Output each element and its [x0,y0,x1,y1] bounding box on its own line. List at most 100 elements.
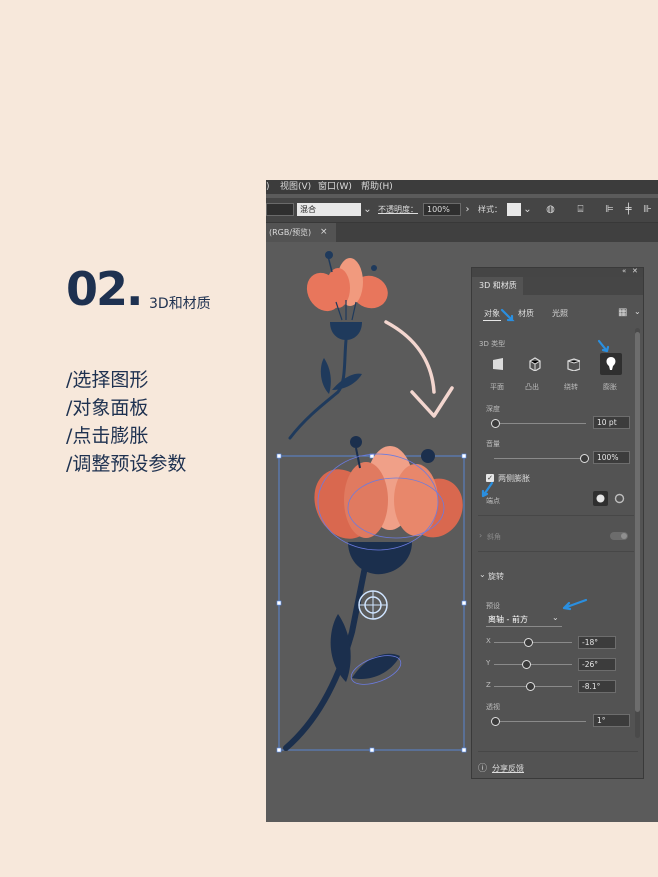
menu-item-help[interactable]: 帮助(H) [361,180,393,194]
panel-header: 3D 和材质 [472,277,643,295]
render-settings-icon[interactable]: ▦ [618,307,627,318]
menu-item[interactable]: ) [266,180,270,194]
fill-dropdown[interactable] [266,203,294,216]
cap-off-button[interactable] [612,491,627,506]
menu-item-window[interactable]: 窗口(W) [318,180,352,194]
depth-slider-knob[interactable] [491,419,500,428]
cap-label: 端点 [486,497,500,505]
info-icon: ⓘ [478,764,488,774]
chevron-right-icon[interactable]: › [462,204,473,215]
tab-material[interactable]: 材质 [518,308,534,319]
section-divider [478,751,638,752]
align-center-icon[interactable]: ╪ [623,204,634,215]
type-label-plane: 平面 [490,383,504,391]
step-item: /选择图形 [66,369,149,391]
rotation-label: 旋转 [488,572,504,581]
align-to-icon[interactable]: ⌸ [575,204,586,215]
curved-arrow [384,320,436,394]
step-title: 3D和材质 [149,296,211,312]
x-rotation-input[interactable]: -18° [578,636,616,649]
z-rotation-slider-knob[interactable] [526,682,535,691]
panel-scrollbar-thumb[interactable] [635,332,640,712]
step-item: /点击膨胀 [66,425,149,447]
depth-slider-track[interactable] [494,423,586,424]
preset-value: 离轴 - 前方 [488,615,528,624]
callout-arrow-icon [500,308,515,322]
y-rotation-input[interactable]: -26° [578,658,616,671]
panel-tab-3d-materials[interactable]: 3D 和材质 [472,277,523,295]
y-rotation-slider-track[interactable] [494,664,572,665]
inflate-type-button[interactable] [600,353,622,375]
close-icon[interactable]: ✕ [632,267,638,275]
type-label-inflate: 膨胀 [603,383,617,391]
perspective-slider-track[interactable] [494,721,586,722]
document-tab-bar: (RGB/预览) × [266,223,658,242]
step-list: /选择图形 /对象面板 /点击膨胀 /调整预设参数 [66,366,186,478]
section-divider [478,551,634,552]
bevel-toggle[interactable] [610,532,628,540]
section-3d-type: 3D 类型 [479,340,506,348]
chevron-down-icon[interactable]: ⌄ [362,204,373,215]
volume-slider-knob[interactable] [580,454,589,463]
x-rotation-slider-track[interactable] [494,642,572,643]
chevron-down-icon[interactable]: ⌄ [479,570,486,579]
depth-label: 深度 [486,405,500,413]
document-tab-label: (RGB/预览) [269,228,312,237]
chevron-down-icon[interactable]: ⌄ [634,307,641,316]
plane-type-icon[interactable] [491,357,505,371]
perspective-slider-knob[interactable] [491,717,500,726]
recolor-icon[interactable]: ◍ [545,204,556,215]
callout-arrow-icon [562,598,588,611]
both-sides-label: 两侧膨胀 [498,474,530,483]
tab-object[interactable]: 对象 [484,308,500,319]
document-tab[interactable]: (RGB/预览) × [266,223,336,242]
control-bar: 混合 ⌄ 不透明度： 100% › 样式： ⌄ ◍ ⌸ ⊫ ╪ ⊪ [266,198,658,223]
perspective-label: 透视 [486,703,500,711]
align-left-icon[interactable]: ⊫ [604,204,615,215]
step-number: 02. [66,262,143,316]
cap-on-button[interactable] [593,491,608,506]
chevron-down-icon[interactable]: ⌄ [522,204,533,215]
inflate-type-icon [606,357,616,370]
extrude-type-icon[interactable] [527,357,541,371]
align-right-icon[interactable]: ⊪ [642,204,653,215]
active-tab-underline [483,320,501,321]
collapse-icon[interactable]: « [622,267,626,275]
arrow-head [410,386,454,418]
x-rotation-slider-knob[interactable] [524,638,533,647]
preset-label: 预设 [486,602,500,610]
illustrator-screenshot: ) 视图(V) 窗口(W) 帮助(H) 混合 ⌄ 不透明度： 100% › 样式… [266,180,658,822]
perspective-input[interactable]: 1° [593,714,630,727]
style-label: 样式： [478,205,502,214]
preset-select[interactable]: 离轴 - 前方 ⌄ [486,613,562,627]
chevron-down-icon: ⌄ [552,613,559,622]
panel-title-strip: « ✕ [472,267,643,277]
y-rotation-slider-knob[interactable] [522,660,531,669]
y-axis-label: Y [486,659,491,667]
volume-label: 音量 [486,440,500,448]
artboard [276,251,467,753]
chevron-right-icon[interactable]: › [479,531,482,540]
feedback-link[interactable]: 分享反馈 [492,763,524,774]
blend-mode-select[interactable]: 混合 [297,203,361,216]
depth-input[interactable]: 10 pt [593,416,630,429]
revolve-type-icon[interactable] [566,357,580,371]
volume-input[interactable]: 100% [593,451,630,464]
type-label-revolve: 绕转 [564,383,578,391]
volume-slider-track[interactable] [494,458,586,459]
flat-flower-illustration [288,251,388,440]
tab-lighting[interactable]: 光照 [552,308,568,319]
menu-item-view[interactable]: 视图(V) [280,180,311,194]
opacity-label: 不透明度： [378,205,418,214]
rotation-gizmo-icon[interactable] [358,590,388,620]
bevel-label: 斜角 [487,533,501,541]
z-rotation-input[interactable]: -8.1° [578,680,616,693]
z-axis-label: Z [486,681,491,689]
type-label-extrude: 凸出 [525,383,539,391]
step-item: /调整预设参数 [66,453,187,475]
callout-arrow-icon [597,339,610,353]
3d-materials-panel: « ✕ 3D 和材质 对象 材质 光照 ▦ ⌄ 3D 类型 平面 凸出 绕转 膨… [471,267,644,779]
style-swatch[interactable] [507,203,521,216]
close-icon[interactable]: × [320,223,328,242]
opacity-input[interactable]: 100% [423,203,461,216]
